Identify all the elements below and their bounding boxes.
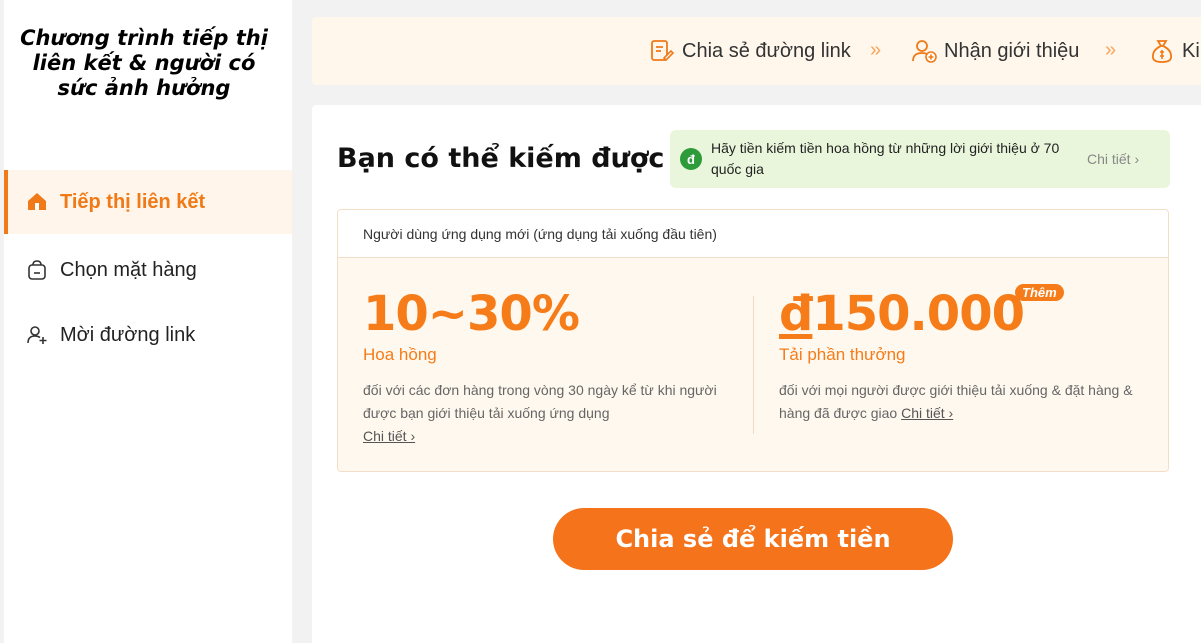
global-commission-banner: đ Hãy tiền kiếm tiền hoa hồng từ những l…: [670, 130, 1170, 188]
download-reward-label: Tải phần thưởng: [779, 345, 906, 364]
currency-symbol: đ: [779, 286, 813, 342]
commission-label: Hoa hồng: [363, 345, 437, 364]
chevron-double-right-icon: »: [870, 39, 881, 61]
download-reward-description: đối với mọi người được giới thiệu tải xu…: [779, 379, 1149, 425]
add-user-icon: [910, 37, 938, 65]
download-reward-column: đ150.000 Thêm Tải phần thưởng đối với mọ…: [779, 258, 1149, 471]
step-label: Chia sẻ đường link: [682, 39, 851, 62]
step-earn: Ki: [1148, 17, 1200, 85]
step-receive-referral: Nhận giới thiệu: [910, 17, 1079, 85]
bag-icon: [24, 257, 50, 283]
commission-column: 10~30% Hoa hồng đối với các đơn hàng tro…: [363, 258, 723, 471]
sidebar-item-choose-products[interactable]: Chọn mặt hàng: [4, 238, 292, 302]
page-title: Bạn có thể kiếm được: [337, 143, 665, 174]
reward-body: 10~30% Hoa hồng đối với các đơn hàng tro…: [338, 258, 1168, 471]
chevron-double-right-icon: »: [1105, 39, 1116, 61]
download-details-link[interactable]: Chi tiết ›: [901, 405, 953, 421]
sidebar-item-label: Chọn mặt hàng: [60, 258, 197, 281]
money-bag-icon: [1148, 37, 1176, 65]
commission-description: đối với các đơn hàng trong vòng 30 ngày …: [363, 379, 723, 448]
steps-bar: Chia sẻ đường link » Nhận giới thiệu » K…: [312, 17, 1201, 85]
add-user-icon: [24, 322, 50, 348]
commission-desc-text: đối với các đơn hàng trong vòng 30 ngày …: [363, 382, 717, 421]
download-reward-amount: 150.000: [812, 286, 1025, 342]
brand-title: Chương trình tiếp thị liên kết & người c…: [20, 26, 268, 100]
download-reward-value: đ150.000: [779, 286, 1025, 342]
step-label: Ki: [1182, 39, 1200, 62]
sidebar-item-invite-link[interactable]: Mời đường link: [4, 303, 292, 367]
earnings-card: Bạn có thể kiếm được đ Hãy tiền kiếm tiề…: [312, 105, 1201, 643]
column-divider: [753, 296, 754, 434]
dong-coin-icon: đ: [680, 148, 702, 170]
banner-text: Hãy tiền kiếm tiền hoa hồng từ những lời…: [711, 140, 1060, 177]
commission-value: 10~30%: [363, 286, 580, 342]
banner-details-link[interactable]: Chi tiết ›: [1087, 151, 1139, 167]
sidebar-item-affiliate[interactable]: Tiếp thị liên kết: [4, 170, 292, 234]
share-link-icon: [648, 37, 676, 65]
home-icon: [24, 189, 50, 215]
download-desc-text: đối với mọi người được giới thiệu tải xu…: [779, 382, 1133, 421]
commission-details-link[interactable]: Chi tiết ›: [363, 428, 415, 444]
share-to-earn-button[interactable]: Chia sẻ để kiếm tiền: [553, 508, 953, 570]
sidebar-item-label: Mời đường link: [60, 323, 196, 346]
reward-header: Người dùng ứng dụng mới (ứng dụng tải xu…: [338, 210, 1168, 258]
reward-box: Người dùng ứng dụng mới (ứng dụng tải xu…: [337, 209, 1169, 472]
sidebar-item-label: Tiếp thị liên kết: [60, 190, 206, 213]
step-label: Nhận giới thiệu: [944, 39, 1080, 62]
step-share-link: Chia sẻ đường link: [648, 17, 851, 85]
extra-badge: Thêm: [1015, 284, 1064, 301]
sidebar: Chương trình tiếp thị liên kết & người c…: [4, 0, 292, 643]
